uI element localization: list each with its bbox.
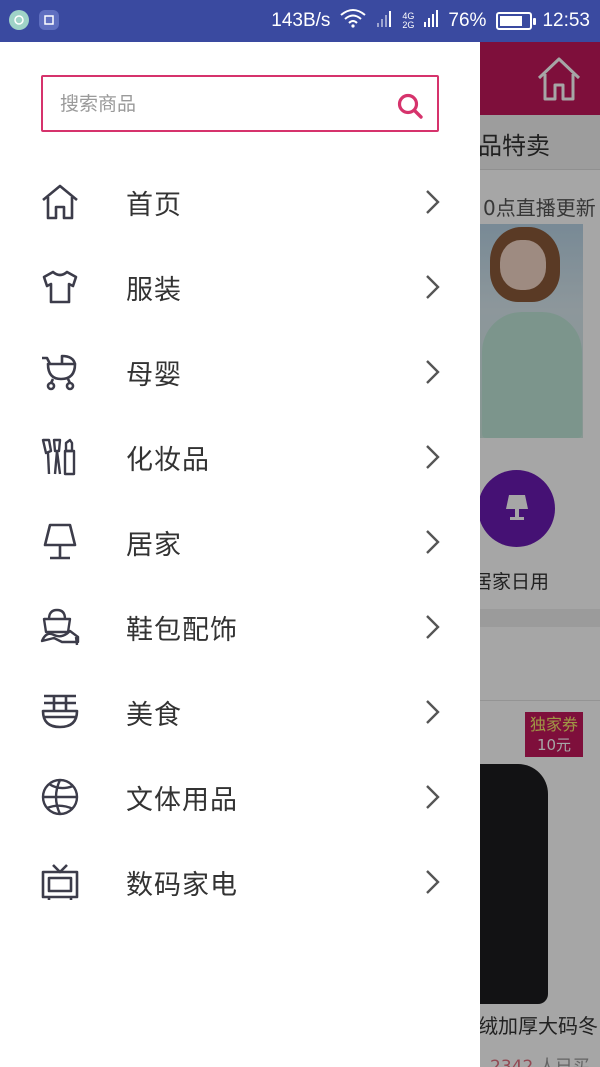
menu-item-label: 化妆品 bbox=[126, 445, 210, 476]
menu-item-clothing[interactable]: 服装 bbox=[0, 246, 480, 331]
basketball-icon bbox=[40, 777, 80, 817]
food-bowl-icon bbox=[40, 692, 80, 732]
battery-percent: 76% bbox=[448, 10, 487, 31]
menu-item-label: 母婴 bbox=[126, 360, 182, 391]
search-icon[interactable] bbox=[395, 91, 425, 121]
menu-item-baby[interactable]: 母婴 bbox=[0, 331, 480, 416]
search-box bbox=[41, 75, 439, 132]
screenshot-notification-icon bbox=[39, 10, 59, 30]
tv-icon bbox=[40, 862, 80, 902]
chevron-right-icon bbox=[422, 527, 442, 557]
wifi-icon bbox=[340, 8, 367, 34]
menu-item-electronics[interactable]: 数码家电 bbox=[0, 841, 480, 926]
navigation-drawer: 首页 服装 bbox=[0, 42, 480, 1067]
app-notification-icon bbox=[9, 10, 29, 30]
network-type-bottom: 2G bbox=[402, 20, 415, 30]
clock: 12:53 bbox=[542, 10, 590, 31]
menu-item-label: 服装 bbox=[126, 275, 182, 306]
tshirt-icon bbox=[40, 267, 80, 307]
menu-item-home[interactable]: 首页 bbox=[0, 161, 480, 246]
chevron-right-icon bbox=[422, 867, 442, 897]
battery-fill bbox=[500, 16, 522, 26]
chevron-right-icon bbox=[422, 442, 442, 472]
menu-item-home-living[interactable]: 居家 bbox=[0, 501, 480, 586]
chevron-right-icon bbox=[422, 187, 442, 217]
search-input[interactable] bbox=[43, 77, 383, 130]
menu-item-label: 鞋包配饰 bbox=[126, 615, 238, 646]
menu-item-label: 居家 bbox=[126, 530, 182, 561]
lamp-icon bbox=[40, 522, 80, 562]
status-bar: 143B/s 4G 2G 76% 12:53 bbox=[0, 0, 600, 42]
chevron-right-icon bbox=[422, 782, 442, 812]
home-icon bbox=[40, 182, 80, 222]
menu-item-cosmetics[interactable]: 化妆品 bbox=[0, 416, 480, 501]
menu-item-food[interactable]: 美食 bbox=[0, 671, 480, 756]
network-speed: 143B/s bbox=[271, 10, 331, 31]
shoe-bag-icon bbox=[40, 607, 80, 647]
menu-item-label: 文体用品 bbox=[126, 785, 238, 816]
menu-item-sports-stationery[interactable]: 文体用品 bbox=[0, 756, 480, 841]
stroller-icon bbox=[40, 352, 80, 392]
signal-weak-icon bbox=[376, 8, 392, 34]
network-type: 4G 2G bbox=[402, 12, 414, 30]
menu-item-shoes-bags[interactable]: 鞋包配饰 bbox=[0, 586, 480, 671]
cosmetics-icon bbox=[40, 437, 80, 477]
menu-item-label: 美食 bbox=[126, 700, 182, 731]
chevron-right-icon bbox=[422, 357, 442, 387]
chevron-right-icon bbox=[422, 272, 442, 302]
menu-item-label: 数码家电 bbox=[126, 870, 238, 901]
battery-icon bbox=[496, 12, 537, 30]
chevron-right-icon bbox=[422, 697, 442, 727]
notification-icons bbox=[9, 10, 59, 30]
chevron-right-icon bbox=[422, 612, 442, 642]
signal-icon bbox=[424, 8, 439, 34]
category-menu: 首页 服装 母婴 化妆品 居家 鞋包配饰 美食 文体用品 数码家电 bbox=[0, 161, 480, 926]
menu-item-label: 首页 bbox=[126, 190, 182, 221]
